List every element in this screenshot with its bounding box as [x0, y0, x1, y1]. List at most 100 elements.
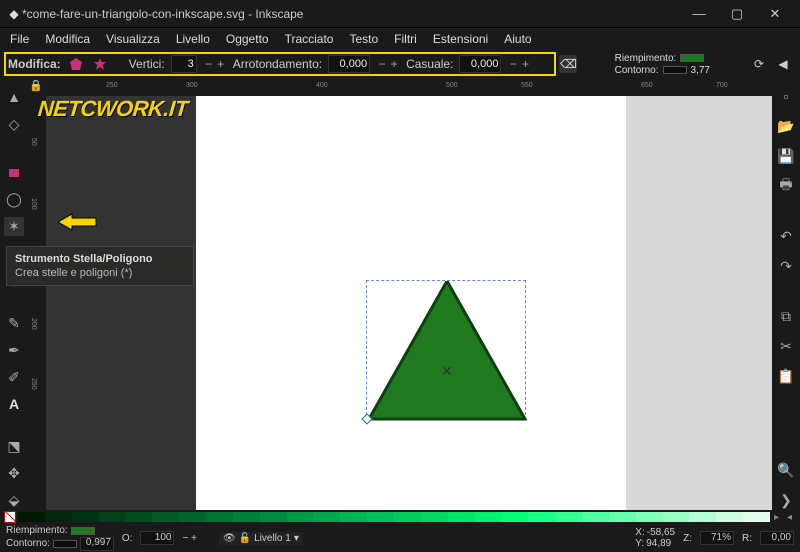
- vertices-minus-button[interactable]: −: [203, 55, 215, 73]
- palette-swatch[interactable]: [743, 512, 770, 522]
- palette-swatch[interactable]: [313, 512, 340, 522]
- palette-swatch[interactable]: [528, 512, 555, 522]
- color-palette-row: ▸ ◂: [0, 510, 800, 524]
- palette-swatch[interactable]: [609, 512, 636, 522]
- palette-swatch[interactable]: [448, 512, 475, 522]
- random-plus-button[interactable]: +: [519, 55, 531, 73]
- palette-swatch[interactable]: [367, 512, 394, 522]
- undo-icon[interactable]: ↶: [776, 226, 796, 246]
- vertices-input[interactable]: [171, 55, 197, 73]
- palette-swatch[interactable]: [99, 512, 126, 522]
- palette-swatch[interactable]: [72, 512, 99, 522]
- palette-swatch[interactable]: [45, 512, 72, 522]
- menu-edit[interactable]: Modifica: [39, 30, 96, 48]
- save-icon[interactable]: 💾: [776, 146, 796, 166]
- palette-swatch[interactable]: [179, 512, 206, 522]
- rounding-plus-button[interactable]: +: [388, 55, 400, 73]
- opacity-input[interactable]: 100: [140, 531, 174, 545]
- print-icon[interactable]: 🖶: [776, 176, 796, 196]
- titlebar-icon: ◆: [6, 7, 22, 21]
- redo-icon[interactable]: ↷: [776, 256, 796, 276]
- dropper-tool-icon[interactable]: ✥: [4, 464, 24, 483]
- menu-path[interactable]: Tracciato: [279, 30, 340, 48]
- menu-file[interactable]: File: [4, 30, 35, 48]
- rectangle-tool-icon[interactable]: [4, 163, 24, 182]
- canvas[interactable]: ✕: [46, 96, 772, 510]
- palette-swatch[interactable]: [716, 512, 743, 522]
- random-input[interactable]: [459, 55, 501, 73]
- palette-swatch[interactable]: [636, 512, 663, 522]
- status-stroke-width[interactable]: 0,997: [80, 537, 114, 551]
- opacity-minus-button[interactable]: −: [182, 533, 188, 544]
- palette-menu-icon[interactable]: ◂: [783, 512, 796, 523]
- palette-swatch[interactable]: [663, 512, 690, 522]
- triangle-shape[interactable]: [367, 281, 527, 421]
- palette-swatch[interactable]: [421, 512, 448, 522]
- snap-toggle-icon[interactable]: ⟳: [750, 55, 768, 73]
- palette-swatch[interactable]: [394, 512, 421, 522]
- palette-swatch[interactable]: [340, 512, 367, 522]
- menu-help[interactable]: Aiuto: [498, 30, 537, 48]
- paintbucket-tool-icon[interactable]: ⬙: [4, 491, 24, 510]
- random-minus-button[interactable]: −: [507, 55, 519, 73]
- pen-tool-icon[interactable]: ✒: [4, 341, 24, 360]
- palette-swatch[interactable]: [582, 512, 609, 522]
- menu-view[interactable]: Visualizza: [100, 30, 166, 48]
- opacity-plus-button[interactable]: +: [191, 533, 197, 544]
- status-fill-swatch[interactable]: [71, 527, 95, 535]
- pencil-tool-icon[interactable]: ✎: [4, 314, 24, 333]
- no-color-swatch[interactable]: [4, 511, 16, 523]
- menu-layer[interactable]: Livello: [170, 30, 216, 48]
- new-doc-icon[interactable]: ▫: [776, 86, 796, 106]
- status-stroke-swatch[interactable]: [53, 540, 77, 548]
- menu-extensions[interactable]: Estensioni: [427, 30, 494, 48]
- open-icon[interactable]: 📂: [776, 116, 796, 136]
- selector-tool-icon[interactable]: ▲: [4, 88, 24, 107]
- vertices-plus-button[interactable]: +: [215, 55, 227, 73]
- menu-filters[interactable]: Filtri: [388, 30, 423, 48]
- palette-swatch[interactable]: [260, 512, 287, 522]
- stroke-swatch[interactable]: [663, 66, 687, 74]
- menu-object[interactable]: Oggetto: [220, 30, 275, 48]
- palette-swatch[interactable]: [689, 512, 716, 522]
- rounding-minus-button[interactable]: −: [376, 55, 388, 73]
- maximize-button[interactable]: ▢: [718, 4, 756, 24]
- ellipse-tool-icon[interactable]: ◯: [4, 190, 24, 209]
- xml-icon[interactable]: ❯: [776, 490, 796, 510]
- reset-defaults-button[interactable]: ⌫: [559, 55, 577, 73]
- star-mode-icon[interactable]: [91, 55, 109, 73]
- toggle-panel-icon[interactable]: ◀: [774, 55, 792, 73]
- text-tool-icon[interactable]: A: [4, 395, 24, 414]
- node-tool-icon[interactable]: ◇: [4, 115, 24, 134]
- palette-swatch[interactable]: [287, 512, 314, 522]
- palette-swatch[interactable]: [152, 512, 179, 522]
- polygon-mode-icon[interactable]: [67, 55, 85, 73]
- color-palette[interactable]: [18, 512, 770, 522]
- close-button[interactable]: ✕: [756, 4, 794, 24]
- zoom-input[interactable]: 71%: [700, 531, 734, 545]
- palette-swatch[interactable]: [18, 512, 45, 522]
- palette-swatch[interactable]: [206, 512, 233, 522]
- palette-scroll-icon[interactable]: ▸: [770, 512, 783, 523]
- copy-icon[interactable]: ⧉: [776, 306, 796, 326]
- palette-swatch[interactable]: [233, 512, 260, 522]
- gradient-tool-icon[interactable]: ⬔: [4, 437, 24, 456]
- rounding-input[interactable]: [328, 55, 370, 73]
- paste-icon[interactable]: 📋: [776, 366, 796, 386]
- layer-lock-icon[interactable]: 🔓: [239, 533, 251, 544]
- calligraphy-tool-icon[interactable]: ✐: [4, 368, 24, 387]
- eye-icon[interactable]: 👁: [223, 533, 236, 544]
- layer-selector[interactable]: 👁 🔓 Livello 1 ▾: [219, 532, 303, 545]
- menu-text[interactable]: Testo: [343, 30, 384, 48]
- rotation-input[interactable]: 0,00: [760, 531, 794, 545]
- fill-swatch[interactable]: [680, 54, 704, 62]
- palette-swatch[interactable]: [555, 512, 582, 522]
- palette-swatch[interactable]: [125, 512, 152, 522]
- palette-swatch[interactable]: [501, 512, 528, 522]
- minimize-button[interactable]: —: [680, 4, 718, 24]
- zoom-icon[interactable]: 🔍: [776, 460, 796, 480]
- palette-swatch[interactable]: [475, 512, 502, 522]
- cut-icon[interactable]: ✂: [776, 336, 796, 356]
- star-tool-icon[interactable]: ✶: [4, 217, 24, 236]
- lock-layer-icon[interactable]: 🔒: [29, 79, 43, 92]
